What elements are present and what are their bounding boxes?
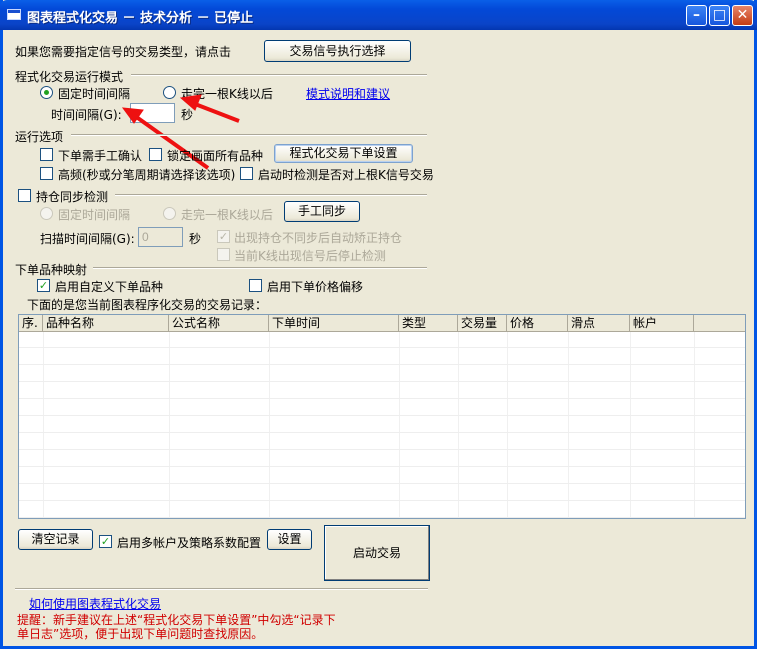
order-settings-button[interactable]: 程式化交易下单设置 (274, 144, 413, 163)
table-row[interactable] (19, 349, 745, 365)
table-row[interactable] (19, 417, 745, 433)
sync-fixed-interval-radio[interactable] (40, 207, 53, 220)
manual-sync-button[interactable]: 手工同步 (284, 201, 360, 222)
table-row[interactable] (19, 485, 745, 501)
manual-confirm-label: 下单需手工确认 (58, 149, 143, 163)
lock-screen-checkbox[interactable] (149, 148, 162, 161)
multi-account-checkbox[interactable]: ✓ (99, 535, 112, 548)
table-row[interactable] (19, 451, 745, 467)
main-window: 图表程式化交易 － 技术分析 － 已停止 – □ ✕ 如果您需要指定信号的交易类… (0, 0, 757, 649)
table-row[interactable] (19, 332, 745, 348)
stop-check-label: 当前K线出现信号后停止检测 (234, 249, 386, 263)
mapping-heading: 下单品种映射 (15, 263, 88, 277)
options-heading: 运行选项 (15, 130, 64, 144)
sync-after-kline-label: 走完一根K线以后 (181, 208, 273, 222)
position-sync-divider (115, 194, 427, 196)
multi-account-settings-button[interactable]: 设置 (267, 529, 312, 550)
sync-fixed-interval-label: 固定时间间隔 (58, 208, 131, 222)
scan-interval-label: 扫描时间间隔(G): (40, 232, 135, 246)
custom-product-checkbox[interactable]: ✓ (37, 279, 50, 292)
column-header[interactable]: 帐户 (630, 315, 694, 332)
high-freq-label: 高频(秒或分笔周期请选择该选项) (58, 168, 236, 182)
manual-confirm-checkbox[interactable] (40, 148, 53, 161)
column-header[interactable]: 价格 (507, 315, 568, 332)
high-freq-checkbox[interactable] (40, 167, 53, 180)
multi-account-label: 启用多帐户及策略系数配置 (117, 536, 262, 550)
howto-link[interactable]: 如何使用图表程式化交易 (29, 595, 161, 612)
price-offset-label: 启用下单价格偏移 (267, 280, 364, 294)
lock-screen-label: 锁定画面所有品种 (167, 149, 264, 163)
stop-check-checkbox[interactable] (217, 248, 230, 261)
auto-correct-checkbox[interactable]: ✓ (217, 230, 230, 243)
trade-records-table[interactable]: 序. 品种名称 公式名称 下单时间 类型 交易量 价格 滑点 帐户 (18, 314, 746, 519)
custom-product-label: 启用自定义下单品种 (55, 280, 164, 294)
records-caption: 下面的是您当前图表程序化交易的交易记录： (27, 298, 268, 312)
table-row[interactable] (19, 468, 745, 484)
scan-interval-input[interactable] (138, 227, 183, 247)
clear-records-button[interactable]: 清空记录 (18, 529, 93, 550)
column-header[interactable]: 公式名称 (169, 315, 269, 332)
bottom-divider (15, 588, 428, 590)
position-sync-checkbox[interactable] (18, 189, 31, 202)
column-header[interactable]: 品种名称 (43, 315, 169, 332)
options-divider (71, 134, 427, 136)
scan-seconds-label: 秒 (189, 232, 202, 246)
check-signal-checkbox[interactable] (240, 167, 253, 180)
auto-correct-label: 出现持仓不同步后自动矫正持仓 (234, 231, 403, 245)
price-offset-checkbox[interactable] (249, 279, 262, 292)
check-signal-label: 启动时检测是否对上根K信号交易 (258, 168, 434, 182)
arrow-to-after-kline (194, 102, 240, 123)
column-header[interactable]: 交易量 (458, 315, 507, 332)
column-header[interactable]: 类型 (399, 315, 458, 332)
column-header[interactable]: 下单时间 (269, 315, 399, 332)
table-row[interactable] (19, 434, 745, 450)
table-row[interactable] (19, 366, 745, 382)
table-row[interactable] (19, 502, 745, 518)
column-header[interactable]: 滑点 (568, 315, 630, 332)
table-row[interactable] (19, 400, 745, 416)
table-row[interactable] (19, 383, 745, 399)
start-trading-button[interactable]: 启动交易 (324, 525, 430, 581)
beginner-tip: 提醒：新手建议在上述“程式化交易下单设置”中勾选“记录下单日志”选项，便于出现下… (17, 613, 336, 641)
arrow-head-after-kline (179, 94, 202, 111)
table-header: 序. 品种名称 公式名称 下单时间 类型 交易量 价格 滑点 帐户 (19, 315, 745, 332)
sync-after-kline-radio[interactable] (163, 207, 176, 220)
mapping-divider (93, 267, 427, 269)
position-sync-heading: 持仓同步检测 (36, 190, 109, 204)
column-header[interactable]: 序. (19, 315, 43, 332)
